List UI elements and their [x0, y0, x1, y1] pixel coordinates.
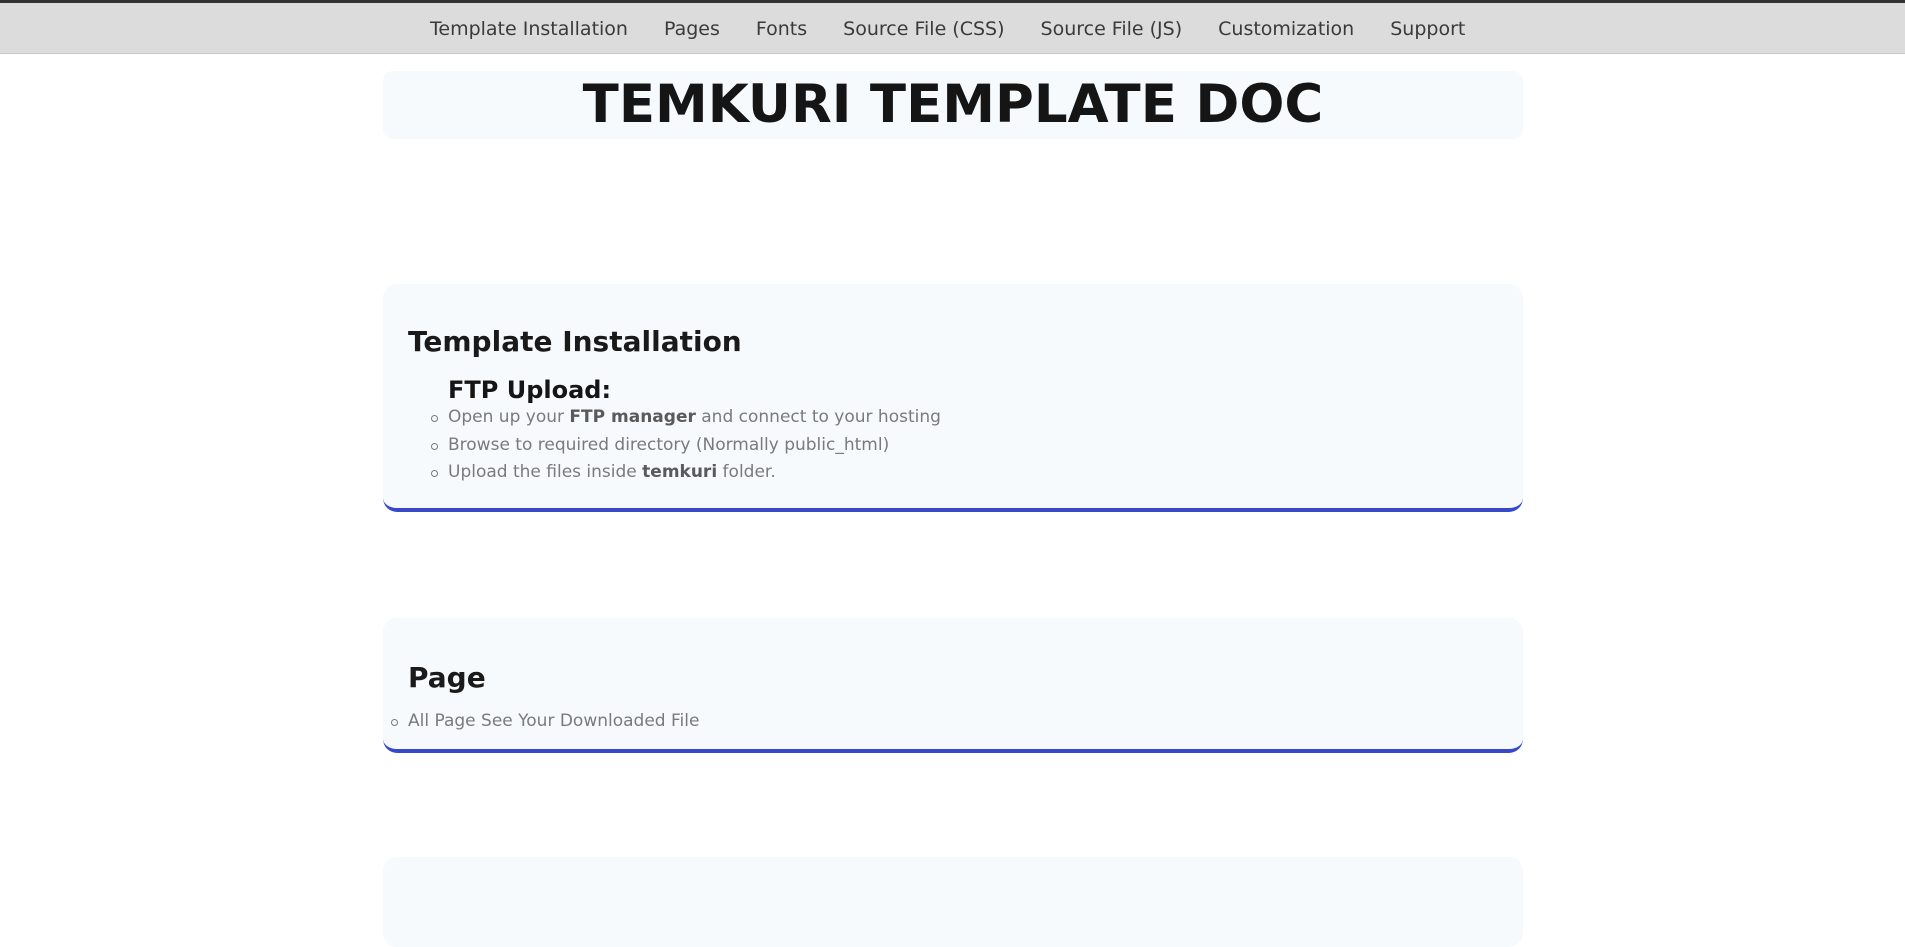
nav-item-template-installation: Template Installation: [430, 18, 664, 40]
step-text: Upload the files inside: [448, 462, 643, 482]
section-title-template-installation: Template Installation: [408, 325, 742, 358]
nav-item-source-css: Source File (CSS): [843, 18, 1040, 40]
step-bold-text: temkuri: [642, 462, 718, 482]
section-title-page: Page: [408, 661, 486, 694]
nav-link-customization[interactable]: Customization: [1218, 18, 1354, 40]
nav-item-support: Support: [1390, 18, 1465, 40]
main-nav: Template Installation Pages Fonts Source…: [430, 3, 1465, 54]
page-title: TEMKURI TEMPLATE DOC: [582, 74, 1324, 135]
nav-link-fonts[interactable]: Fonts: [756, 18, 807, 40]
nav-link-support[interactable]: Support: [1390, 18, 1465, 40]
nav-item-customization: Customization: [1218, 18, 1390, 40]
nav-link-source-js[interactable]: Source File (JS): [1041, 18, 1183, 40]
nav-link-template-installation[interactable]: Template Installation: [430, 18, 628, 40]
list-item: Browse to required directory (Normally p…: [431, 432, 941, 460]
step-bold-text: FTP manager: [569, 407, 696, 427]
ftp-upload-heading: FTP Upload:: [448, 376, 612, 404]
page-section: Page All Page See Your Downloaded File: [383, 618, 1523, 753]
bullet-circle-icon: [431, 470, 438, 477]
bullet-circle-icon: [431, 415, 438, 422]
doc-header: TEMKURI TEMPLATE DOC: [383, 71, 1523, 139]
step-text: folder.: [717, 462, 776, 482]
step-text: Open up your: [448, 407, 570, 427]
nav-item-fonts: Fonts: [756, 18, 843, 40]
step-text: and connect to your hosting: [695, 407, 941, 427]
list-item: Open up your FTP manager and connect to …: [431, 404, 941, 432]
nav-item-pages: Pages: [664, 18, 756, 40]
ftp-steps-list: Open up your FTP manager and connect to …: [431, 404, 941, 487]
fonts-section: [383, 857, 1523, 947]
nav-link-source-css[interactable]: Source File (CSS): [843, 18, 1004, 40]
step-text: Browse to required directory (Normally p…: [448, 434, 890, 455]
page-info-list: All Page See Your Downloaded File: [390, 708, 699, 736]
list-item: Upload the files inside temkuri folder.: [431, 459, 941, 487]
nav-link-pages[interactable]: Pages: [664, 18, 720, 40]
top-navigation-bar: Template Installation Pages Fonts Source…: [0, 0, 1905, 54]
nav-item-source-js: Source File (JS): [1041, 18, 1219, 40]
bullet-circle-icon: [431, 442, 438, 450]
list-item: All Page See Your Downloaded File: [390, 708, 699, 736]
